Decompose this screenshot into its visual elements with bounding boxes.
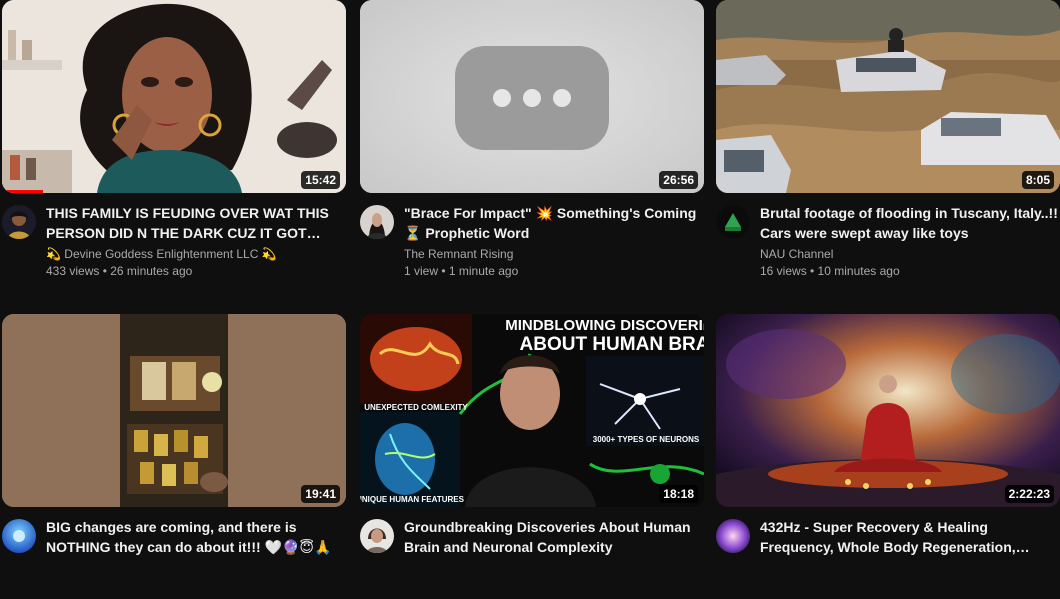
video-thumbnail[interactable]: 2:22:23 bbox=[716, 314, 1060, 507]
thumbnail-illustration bbox=[2, 0, 346, 193]
thumbnail-placeholder bbox=[360, 0, 704, 193]
channel-avatar[interactable] bbox=[716, 205, 750, 239]
video-card-6[interactable]: 2:22:23 432Hz - Super Recovery & Healing… bbox=[716, 314, 1060, 599]
video-stats: 1 view • 1 minute ago bbox=[404, 264, 519, 278]
video-duration: 19:41 bbox=[301, 485, 340, 503]
video-thumbnail[interactable]: MINDBLOWING DISCOVERIES ABOUT HUMAN BRAI… bbox=[360, 314, 704, 507]
channel-avatar[interactable] bbox=[360, 519, 394, 553]
video-thumbnail[interactable]: 15:42 bbox=[2, 0, 346, 193]
channel-avatar[interactable] bbox=[360, 205, 394, 239]
video-thumbnail[interactable]: 19:41 bbox=[2, 314, 346, 507]
video-title[interactable]: "Brace For Impact" 💥 Something's Coming … bbox=[404, 203, 704, 243]
video-card-4[interactable]: 19:41 BIG changes are coming, and there … bbox=[2, 314, 346, 599]
video-title[interactable]: 432Hz - Super Recovery & Healing Frequen… bbox=[760, 517, 1060, 557]
thumbnail-meditation-scene bbox=[716, 314, 1060, 507]
video-stats: 16 views • 10 minutes ago bbox=[760, 264, 900, 278]
channel-name[interactable]: NAU Channel bbox=[760, 246, 1060, 263]
thumbnail-tarot-scene bbox=[2, 314, 346, 507]
thumb-label-b: 3000+ TYPES OF NEURONS bbox=[593, 435, 700, 444]
video-title[interactable]: Groundbreaking Discoveries About Human B… bbox=[404, 517, 704, 557]
thumbnail-flood-scene bbox=[716, 0, 1060, 193]
video-duration: 15:42 bbox=[301, 171, 340, 189]
thumb-label-c: UNIQUE HUMAN FEATURES bbox=[360, 495, 465, 504]
thumb-headline-1: MINDBLOWING DISCOVERIES bbox=[505, 317, 704, 334]
thumbnail-brain-infographic: MINDBLOWING DISCOVERIES ABOUT HUMAN BRAI… bbox=[360, 314, 704, 507]
thumb-label-a: UNEXPECTED COMLEXITY bbox=[364, 403, 468, 412]
video-duration: 26:56 bbox=[659, 171, 698, 189]
channel-avatar[interactable] bbox=[716, 519, 750, 553]
video-card-5[interactable]: MINDBLOWING DISCOVERIES ABOUT HUMAN BRAI… bbox=[360, 314, 704, 599]
channel-name[interactable]: The Remnant Rising bbox=[404, 246, 704, 263]
video-title[interactable]: BIG changes are coming, and there is NOT… bbox=[46, 517, 346, 557]
video-card-3[interactable]: 8:05 Brutal footage of flooding in Tusca… bbox=[716, 0, 1060, 285]
video-card-2[interactable]: 26:56 "Brace For Impact" 💥 Something's C… bbox=[360, 0, 704, 285]
channel-name[interactable]: 💫 Devine Goddess Enlightenment LLC 💫 bbox=[46, 246, 346, 263]
video-title[interactable]: Brutal footage of flooding in Tuscany, I… bbox=[760, 203, 1060, 243]
video-duration: 8:05 bbox=[1021, 171, 1054, 189]
video-card-1[interactable]: 15:42 THIS FAMILY IS FEUDING OVER WAT TH… bbox=[2, 0, 346, 285]
video-duration: 2:22:23 bbox=[1004, 485, 1054, 503]
video-title[interactable]: THIS FAMILY IS FEUDING OVER WAT THIS PER… bbox=[46, 203, 346, 243]
video-duration: 18:18 bbox=[659, 485, 698, 503]
watch-progress-bar bbox=[2, 190, 44, 193]
channel-avatar[interactable] bbox=[2, 205, 36, 239]
video-stats: 433 views • 26 minutes ago bbox=[46, 264, 193, 278]
video-thumbnail[interactable]: 26:56 bbox=[360, 0, 704, 193]
thumb-headline-2: ABOUT HUMAN BRAIN bbox=[520, 334, 704, 355]
channel-avatar[interactable] bbox=[2, 519, 36, 553]
play-placeholder-icon bbox=[455, 46, 609, 150]
video-thumbnail[interactable]: 8:05 bbox=[716, 0, 1060, 193]
